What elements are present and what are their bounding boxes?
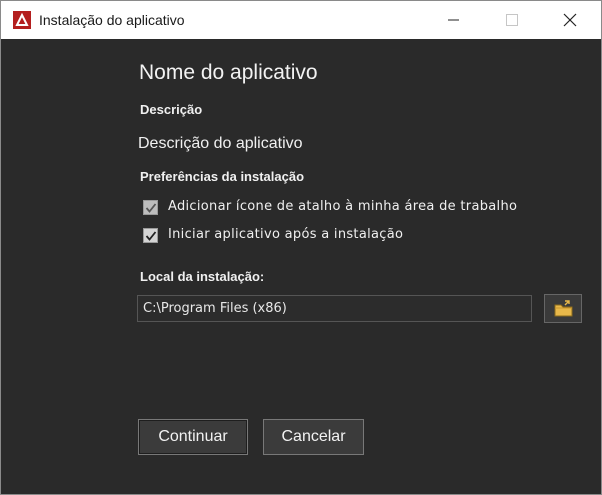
app-name-heading: Nome do aplicativo <box>139 61 318 84</box>
checkmark-icon <box>145 231 157 241</box>
close-button[interactable] <box>547 1 593 39</box>
desktop-shortcut-checkbox[interactable] <box>143 200 158 215</box>
install-path-input[interactable] <box>137 295 532 322</box>
close-icon <box>563 13 577 27</box>
minimize-icon <box>448 19 459 21</box>
description-text: Descrição do aplicativo <box>138 135 303 152</box>
continue-button[interactable]: Continuar <box>138 419 248 455</box>
desktop-shortcut-label: Adicionar ícone de atalho à minha área d… <box>168 199 518 214</box>
adobe-air-icon <box>13 11 31 29</box>
cancel-button[interactable]: Cancelar <box>263 419 364 455</box>
description-label: Descrição <box>140 102 203 117</box>
preferences-label: Preferências da instalação <box>140 169 305 184</box>
launch-after-install-checkbox[interactable] <box>143 228 158 243</box>
minimize-button[interactable] <box>431 1 477 39</box>
checkmark-icon <box>145 203 157 213</box>
installer-window: Instalação do aplicativo Nome do aplicat… <box>0 0 602 495</box>
maximize-button[interactable] <box>489 1 535 39</box>
folder-icon <box>554 300 573 317</box>
launch-after-install-label: Iniciar aplicativo após a instalação <box>168 227 404 242</box>
installer-content: Nome do aplicativo Descrição Descrição d… <box>1 39 601 494</box>
browse-folder-button[interactable] <box>544 294 582 323</box>
window-title: Instalação do aplicativo <box>39 12 185 28</box>
maximize-icon <box>506 14 518 26</box>
install-location-label: Local da instalação: <box>140 269 265 284</box>
title-bar[interactable]: Instalação do aplicativo <box>1 1 601 39</box>
